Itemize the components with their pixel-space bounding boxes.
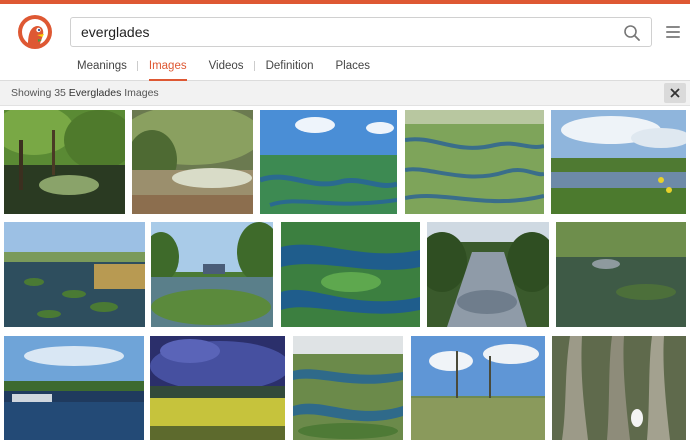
image-result[interactable] — [4, 110, 125, 214]
image-result[interactable] — [150, 336, 285, 440]
image-result[interactable] — [556, 222, 686, 327]
tab-meanings[interactable]: Meanings — [66, 58, 138, 80]
duckduckgo-logo[interactable] — [18, 15, 52, 49]
header: Meanings Images Videos Definition Places — [0, 4, 690, 81]
image-result[interactable] — [411, 336, 545, 440]
image-result[interactable] — [293, 336, 403, 440]
results-info-bar: Showing 35 Everglades Images — [0, 81, 690, 106]
search-icon[interactable] — [623, 24, 641, 42]
tab-videos[interactable]: Videos — [198, 58, 255, 80]
image-result[interactable] — [552, 336, 686, 440]
image-result[interactable] — [151, 222, 273, 327]
image-result[interactable] — [551, 110, 686, 214]
results-count-text: Showing 35 Everglades Images — [11, 87, 159, 99]
image-result[interactable] — [4, 336, 144, 440]
tab-definition[interactable]: Definition — [255, 58, 325, 80]
search-box — [70, 17, 652, 47]
image-result[interactable] — [405, 110, 544, 214]
image-result[interactable] — [281, 222, 420, 327]
search-tabs: Meanings Images Videos Definition Places — [66, 58, 382, 81]
close-icon[interactable] — [664, 83, 686, 103]
menu-icon[interactable] — [666, 26, 680, 38]
image-result[interactable] — [132, 110, 253, 214]
tab-images[interactable]: Images — [138, 58, 198, 81]
image-result[interactable] — [260, 110, 397, 214]
search-input[interactable] — [81, 18, 601, 46]
tab-places[interactable]: Places — [325, 58, 382, 80]
image-result[interactable] — [4, 222, 145, 327]
image-result[interactable] — [427, 222, 549, 327]
